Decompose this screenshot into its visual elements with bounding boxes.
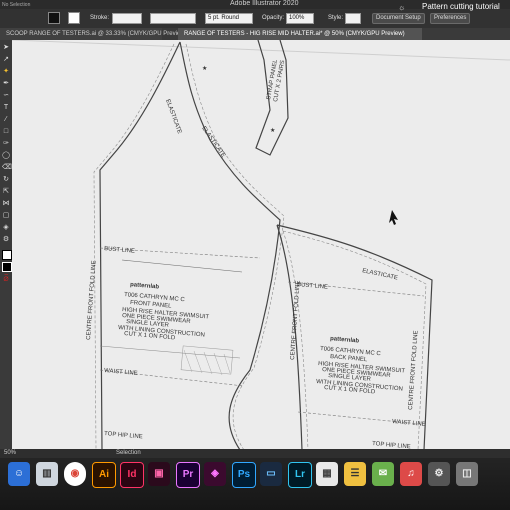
eraser-icon[interactable]: ⌫ — [2, 164, 12, 172]
type-tool-icon[interactable]: T — [2, 104, 10, 112]
preview-icon[interactable]: ▥ — [36, 462, 58, 486]
selection-tool-icon[interactable]: ➤ — [2, 44, 10, 52]
opacity-input[interactable]: 100% — [286, 13, 314, 24]
premiere-icon[interactable]: Pr — [176, 462, 200, 488]
artboard-canvas[interactable]: ★ ★ patternlab T006 CATHRYN MC C FRONT P… — [12, 40, 510, 450]
preferences-button[interactable]: Preferences — [430, 13, 471, 24]
lightroom-icon[interactable]: Lr — [288, 462, 312, 488]
control-bar: No Selection Stroke: 5 pt. Round Opacity… — [0, 2, 510, 28]
width-tool-icon[interactable]: ⋈ — [2, 200, 10, 208]
rotate-tool-icon[interactable]: ↻ — [2, 176, 10, 184]
svg-text:★: ★ — [270, 127, 275, 134]
svg-text:★: ★ — [202, 65, 207, 72]
workspace-search-field[interactable]: Pattern cutting tutorial — [422, 2, 500, 11]
fill-swatch[interactable] — [48, 12, 60, 24]
scale-tool-icon[interactable]: ⇱ — [2, 188, 10, 196]
stroke-label: Stroke: — [90, 15, 110, 21]
none-color-icon[interactable]: ⦱ — [2, 276, 10, 284]
direct-selection-icon[interactable]: ↗ — [2, 56, 10, 64]
app-icon-label: Ai — [99, 469, 109, 480]
paintbrush-icon[interactable]: ✑ — [2, 140, 10, 148]
shape-builder-icon[interactable]: ◈ — [2, 224, 10, 232]
status-bar: 50% Selection — [0, 449, 510, 458]
trash-icon[interactable]: ◫ — [456, 462, 478, 486]
tab-label: RANGE OF TESTERS - HIG RISE MID HALTER.a… — [184, 31, 405, 37]
pattern-artwork: ★ ★ patternlab T006 CATHRYN MC C FRONT P… — [12, 40, 510, 450]
pen-tool-icon[interactable]: ✒ — [2, 80, 10, 88]
variable-width-select[interactable] — [150, 13, 196, 24]
photoshop-icon[interactable]: Ps — [232, 462, 256, 488]
selection-status: No Selection — [2, 2, 31, 8]
tab-high-rise-halter[interactable]: RANGE OF TESTERS - HIG RISE MID HALTER.a… — [178, 28, 422, 40]
brush-select[interactable]: 5 pt. Round — [205, 13, 253, 24]
zoom-level[interactable]: 50% — [4, 450, 16, 456]
stroke-color-icon[interactable] — [2, 262, 12, 272]
tab-label: SCOOP RANGE OF TESTERS.ai @ 33.33% (CMYK… — [6, 31, 187, 37]
app-icon-label: Id — [127, 469, 137, 480]
illustrator-icon[interactable]: Ai — [92, 462, 116, 488]
app-icon-label: Pr — [182, 469, 194, 480]
adobe-app-icon[interactable]: ▣ — [148, 462, 170, 486]
finder-icon[interactable]: ☺ — [8, 462, 30, 486]
lightbulb-icon[interactable]: ☼ — [398, 3, 405, 12]
chrome-icon[interactable]: ◉ — [64, 462, 86, 486]
line-tool-icon[interactable]: ⁄ — [2, 116, 10, 124]
settings-icon[interactable]: ⚙ — [428, 462, 450, 486]
eyedropper-icon[interactable]: ⚙ — [2, 236, 10, 244]
stroke-weight-input[interactable] — [112, 13, 142, 24]
curvature-tool-icon[interactable]: ∽ — [2, 92, 10, 100]
opacity-label: Opacity: — [262, 15, 285, 21]
style-label: Style: — [328, 15, 344, 21]
calendar-icon[interactable]: ▦ — [316, 462, 338, 486]
style-swatch[interactable] — [345, 13, 361, 24]
creative-cloud-icon[interactable]: ◈ — [204, 462, 226, 486]
document-tab-bar: SCOOP RANGE OF TESTERS.ai @ 33.33% (CMYK… — [0, 28, 510, 40]
tab-scoop-range[interactable]: SCOOP RANGE OF TESTERS.ai @ 33.33% (CMYK… — [0, 28, 187, 40]
messages-icon[interactable]: ✉ — [372, 462, 394, 486]
shaper-tool-icon[interactable]: ◯ — [2, 152, 10, 160]
app-icon-label: Lr — [295, 469, 305, 480]
free-transform-icon[interactable]: ▢ — [2, 212, 10, 220]
magic-wand-icon[interactable]: ✦ — [2, 68, 10, 76]
document-setup-button[interactable]: Document Setup — [372, 13, 425, 24]
app-title: Adobe Illustrator 2020 — [230, 0, 299, 7]
tools-panel: ➤ ↗ ✦ ✒ ∽ T ⁄ □ ✑ ◯ ⌫ ↻ ⇱ ⋈ ▢ ◈ ⚙ ⦱ — [0, 40, 12, 450]
fill-color-icon[interactable] — [2, 250, 12, 260]
app-icon-label: Ps — [237, 469, 251, 480]
indesign-icon[interactable]: Id — [120, 462, 144, 488]
notes-icon[interactable]: ☰ — [344, 462, 366, 486]
status-tool: Selection — [116, 450, 141, 456]
stroke-swatch[interactable] — [68, 12, 80, 24]
rectangle-tool-icon[interactable]: □ — [2, 128, 10, 136]
dock: ☺ ▥ ◉ Ai Id ▣ Pr ◈ Ps ▭ Lr ▦ ☰ ✉ ♫ ⚙ ◫ — [0, 458, 510, 510]
bridge-icon[interactable]: ▭ — [260, 462, 282, 486]
music-icon[interactable]: ♫ — [400, 462, 422, 486]
